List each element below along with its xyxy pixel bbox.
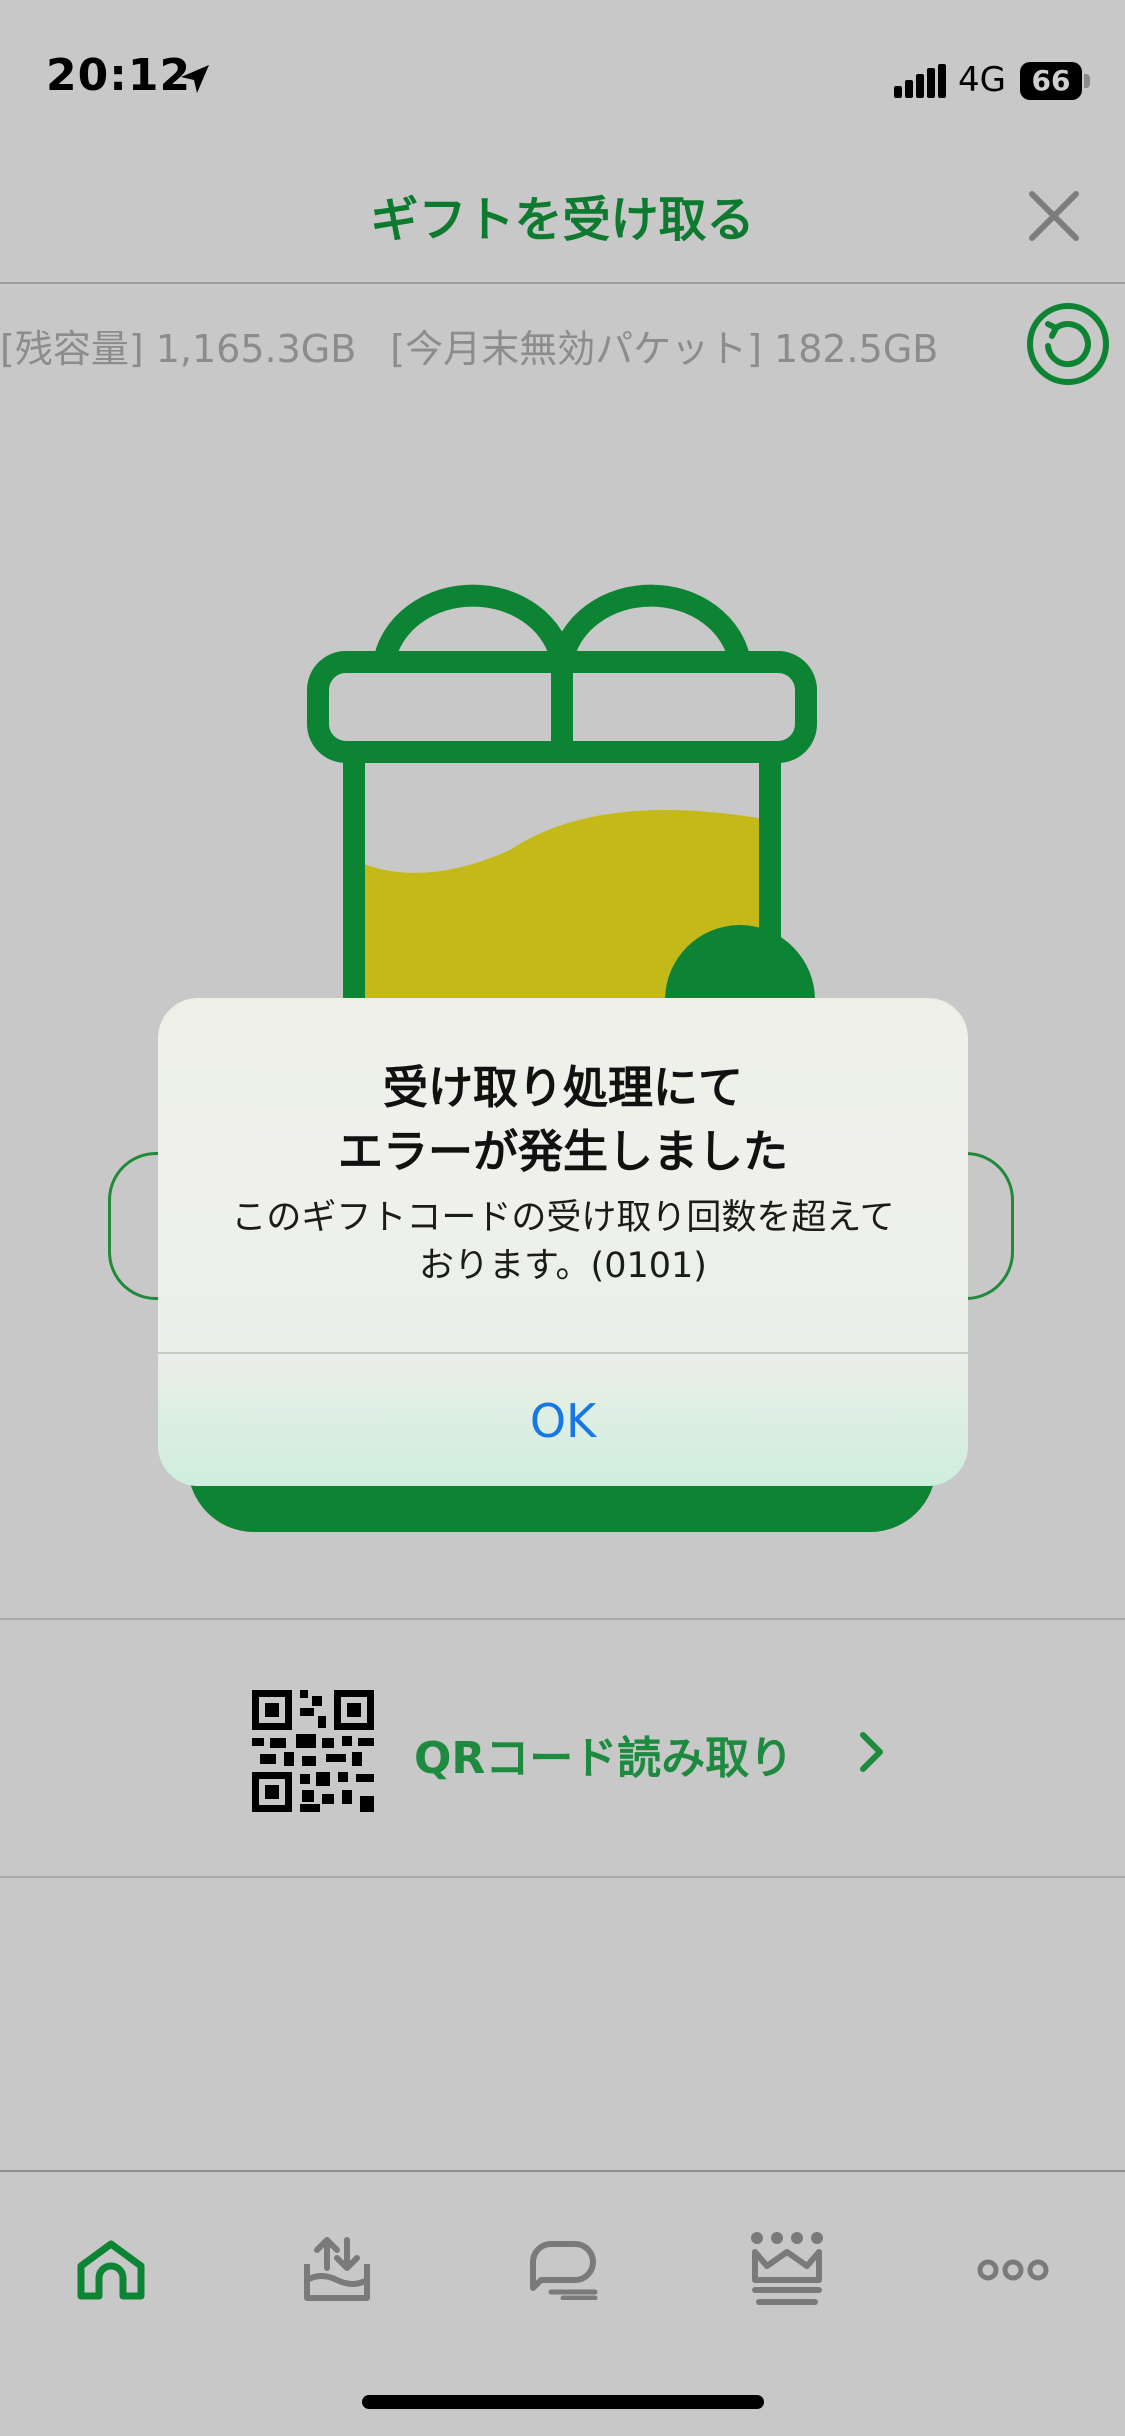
ok-button[interactable]: OK <box>158 1356 968 1486</box>
error-alert-dialog: 受け取り処理にて エラーが発生しました このギフトコードの受け取り回数を超えて … <box>158 998 968 1486</box>
divider <box>0 1876 1125 1878</box>
alert-message-line: このギフトコードの受け取り回数を超えて <box>231 1198 895 1238</box>
tab-more[interactable] <box>958 2210 1068 2330</box>
page-title: ギフトを受け取る <box>370 192 755 248</box>
alert-message: このギフトコードの受け取り回数を超えて おります。(0101) <box>198 1194 928 1290</box>
tab-share[interactable] <box>282 2210 392 2330</box>
share-data-icon <box>304 2237 370 2301</box>
expiring-packets: [今月末無効パケット] 182.5GB <box>390 327 939 371</box>
location-arrow-icon <box>181 65 209 93</box>
home-icon <box>77 2240 145 2300</box>
battery-indicator: 66 <box>1020 62 1082 100</box>
close-icon[interactable] <box>1024 186 1084 246</box>
divider <box>0 1618 1125 1620</box>
alert-title-line: 受け取り処理にて <box>382 1061 743 1114</box>
battery-cap <box>1084 74 1090 88</box>
header-divider <box>0 282 1125 284</box>
qr-code-icon <box>252 1690 374 1812</box>
remaining-capacity: [残容量] 1,165.3GB <box>0 327 357 371</box>
alert-divider <box>158 1352 968 1354</box>
tab-chat[interactable] <box>508 2210 618 2330</box>
signal-strength-icon <box>894 64 946 98</box>
tab-home[interactable] <box>56 2210 166 2330</box>
network-type: 4G <box>958 60 1006 100</box>
tab-bar-divider <box>0 2170 1125 2172</box>
tab-ranking[interactable] <box>732 2210 842 2330</box>
home-indicator[interactable] <box>362 2395 764 2409</box>
crown-icon <box>751 2232 823 2305</box>
status-time: 20:12 <box>46 50 192 101</box>
alert-message-line: おります。(0101) <box>419 1246 707 1286</box>
qr-scan-label[interactable]: QRコード読み取り <box>414 1722 793 1786</box>
alert-title-line: エラーが発生しました <box>337 1125 788 1178</box>
refresh-icon[interactable] <box>1026 302 1110 386</box>
chat-icon <box>530 2241 598 2300</box>
chevron-right-icon[interactable] <box>858 1730 886 1774</box>
gift-box-icon <box>307 584 817 1020</box>
alert-title: 受け取り処理にて エラーが発生しました <box>158 1056 968 1184</box>
capacity-info: [残容量] 1,165.3GB [今月末無効パケット] 182.5GB <box>0 318 972 373</box>
more-icon <box>977 2259 1049 2281</box>
